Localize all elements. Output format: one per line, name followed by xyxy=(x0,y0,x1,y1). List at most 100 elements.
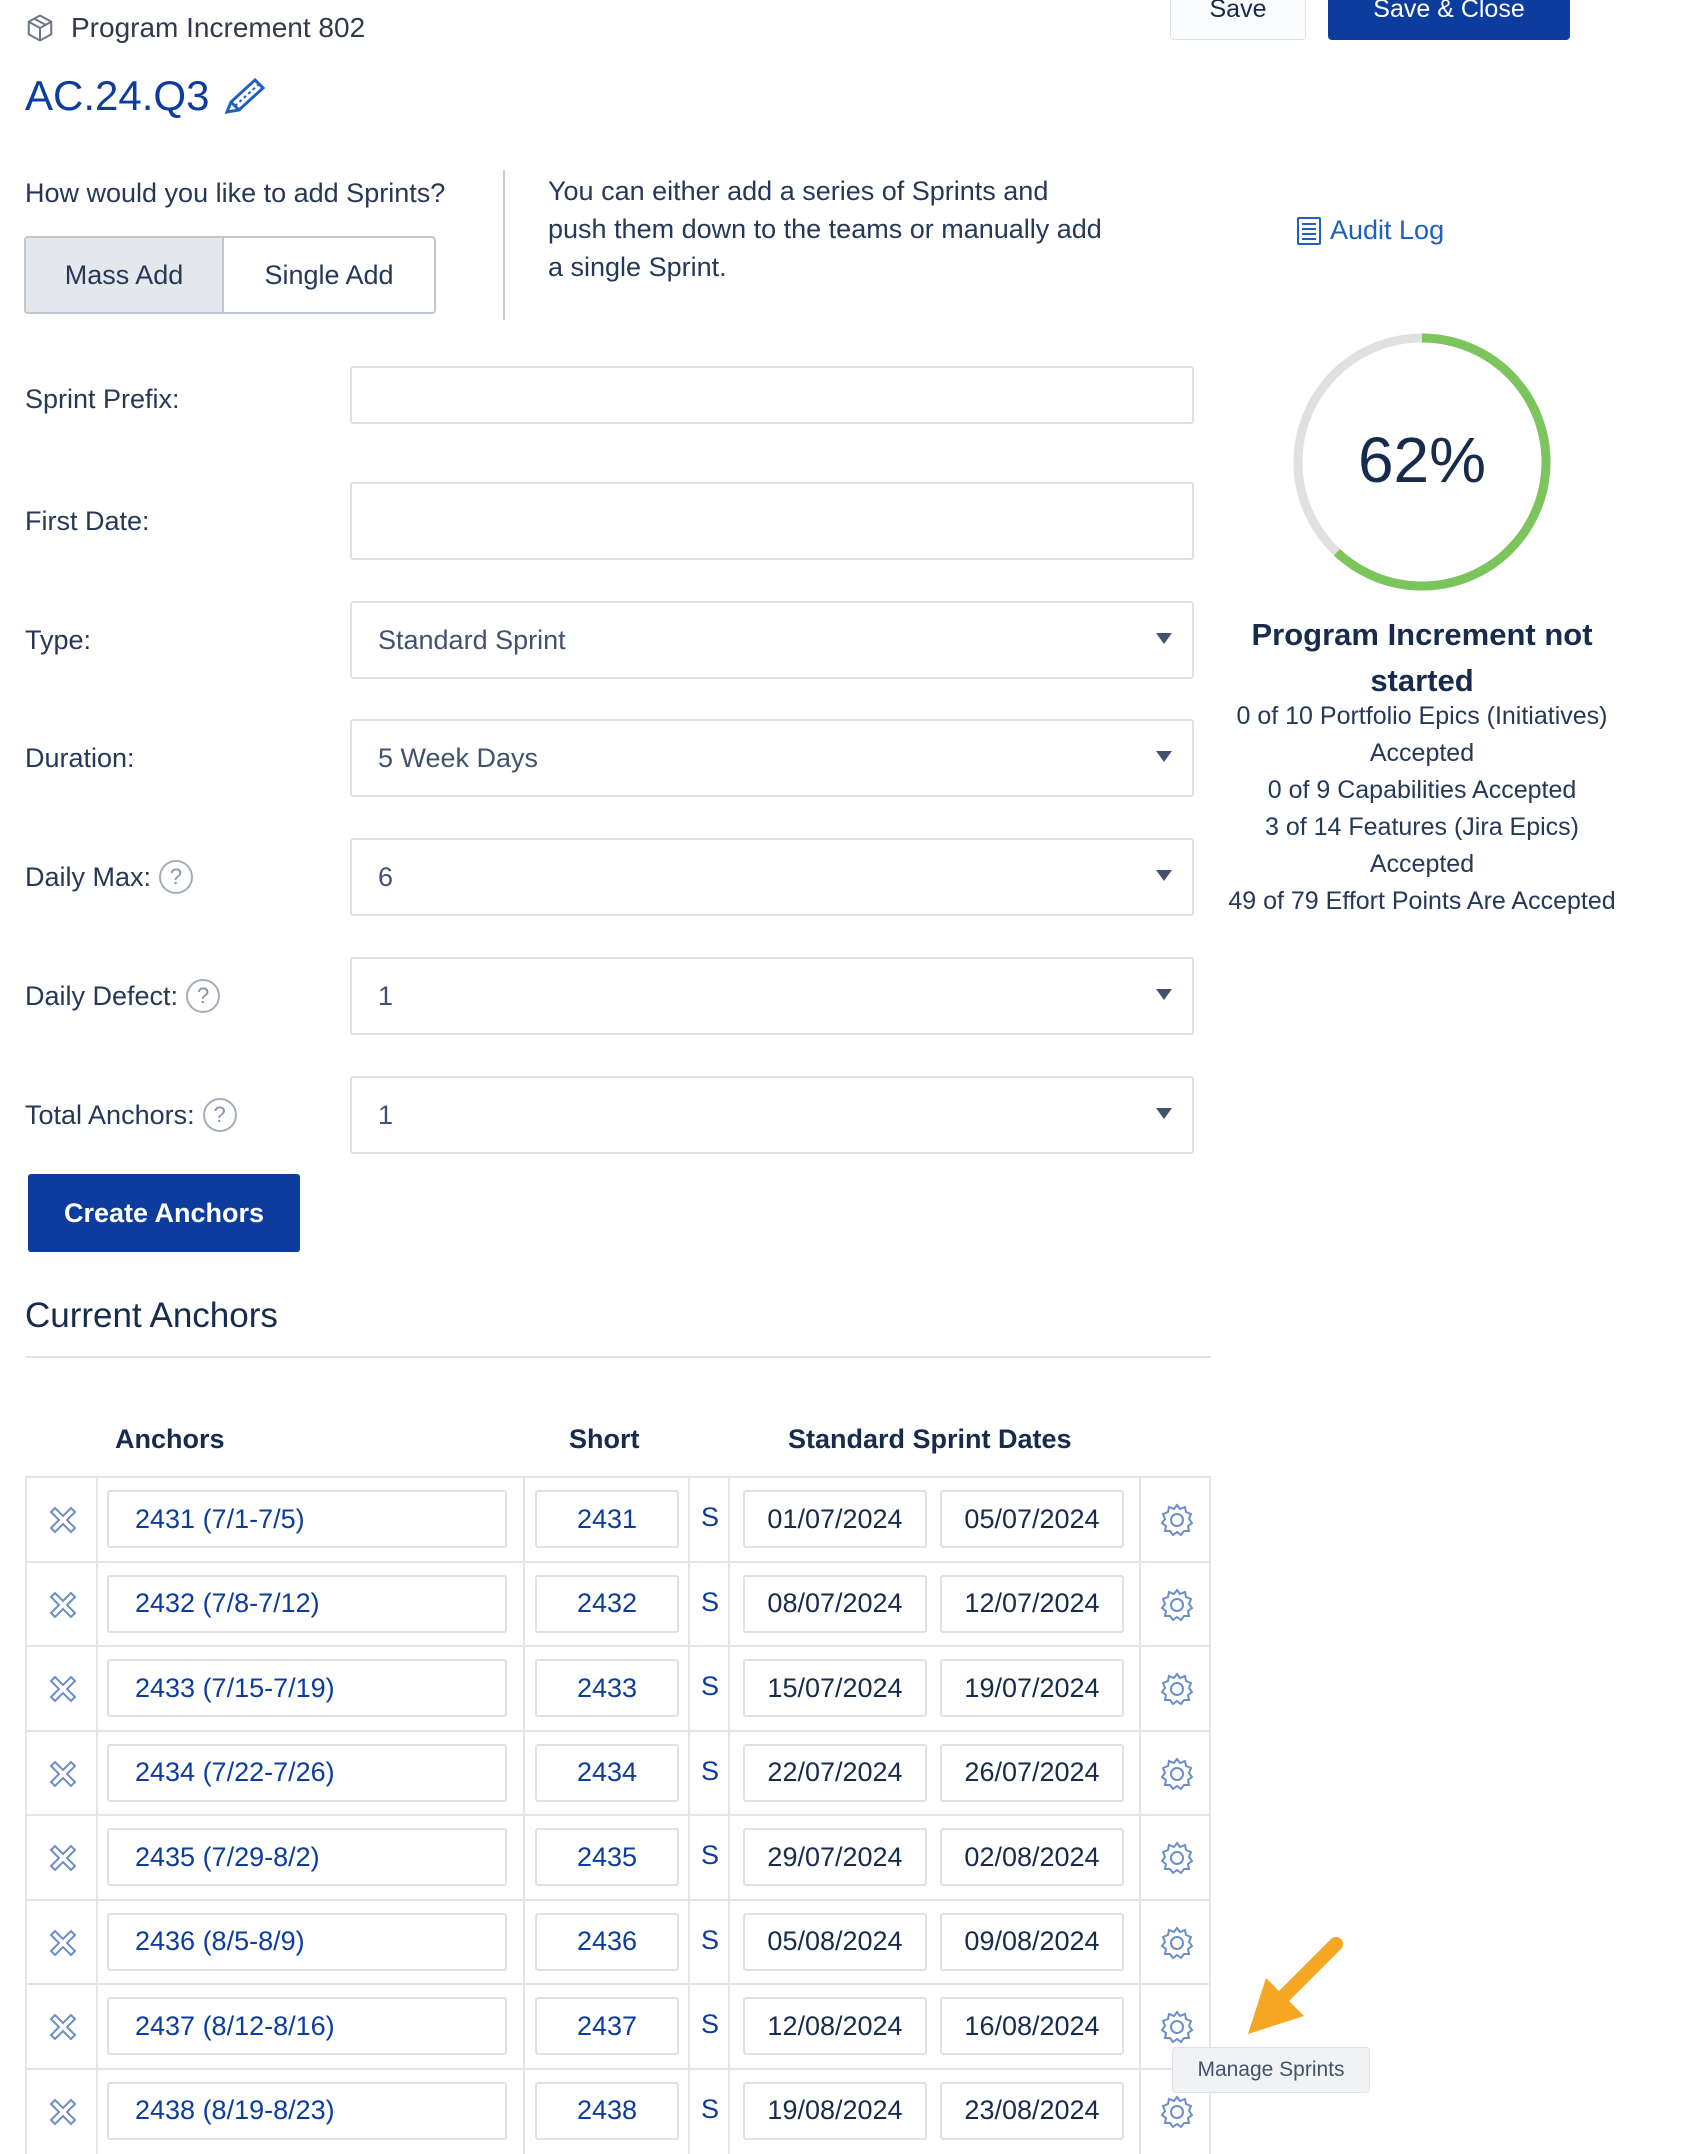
sprint-type-marker: S xyxy=(701,2009,720,2039)
end-date-input[interactable]: 05/07/2024 xyxy=(940,1490,1124,1548)
gear-icon[interactable] xyxy=(1159,1671,1195,1707)
help-icon[interactable]: ? xyxy=(202,1098,237,1132)
cell-border xyxy=(96,1816,98,1900)
anchor-name-input[interactable]: 2436 (8/5-8/9) xyxy=(107,1912,507,1971)
cell-border xyxy=(25,1731,27,1816)
start-date-input[interactable]: 08/07/2024 xyxy=(743,1574,927,1633)
create-anchors-button[interactable]: Create Anchors xyxy=(28,1174,300,1252)
audit-log-link[interactable]: Audit Log xyxy=(1296,215,1444,246)
cell-border xyxy=(96,1562,98,1647)
table-row: 2437 (8/12-8/16) 2437 S 12/08/2024 16/08/202… xyxy=(25,1983,1211,2069)
anchor-short-input[interactable]: 2432 xyxy=(535,1574,679,1633)
delete-icon[interactable] xyxy=(45,1925,81,1961)
total-anchors-select[interactable]: 1 xyxy=(350,1076,1194,1154)
column-header-dates: Standard Sprint Dates xyxy=(788,1424,1072,1454)
type-label: Type: xyxy=(25,625,91,656)
duration-select[interactable]: 5 Week Days xyxy=(350,719,1194,797)
progress-percent: 62% xyxy=(1358,424,1486,496)
end-date-input[interactable]: 23/08/2024 xyxy=(940,2081,1124,2140)
sprint-type-marker: S xyxy=(701,1924,720,1955)
save-button[interactable]: Save xyxy=(1170,0,1306,40)
gear-icon[interactable] xyxy=(1159,1502,1195,1538)
end-date-input[interactable]: 02/08/2024 xyxy=(940,1828,1124,1886)
table-row: 2436 (8/5-8/9) 2436 S 05/08/2024 09/08/2024 xyxy=(25,1898,1211,1985)
save-close-button[interactable]: Save & Close xyxy=(1328,0,1570,40)
manage-sprints-tooltip: Manage Sprints xyxy=(1172,2047,1370,2093)
cell-border xyxy=(25,1478,27,1562)
delete-icon[interactable] xyxy=(45,1671,81,1707)
anchor-name-input[interactable]: 2432 (7/8-7/12) xyxy=(107,1574,507,1633)
single-add-button[interactable]: Single Add xyxy=(224,238,434,312)
cell-border xyxy=(1139,1731,1141,1816)
anchor-short-input[interactable]: 2433 xyxy=(535,1659,679,1717)
cell-border xyxy=(1139,1478,1141,1562)
type-label-text: Type: xyxy=(25,625,92,655)
anchor-name-input[interactable]: 2433 (7/15-7/19) xyxy=(107,1659,507,1717)
add-mode-toggle: Mass Add Single Add xyxy=(24,236,436,314)
chevron-down-icon xyxy=(1156,633,1172,644)
cell-border xyxy=(688,1562,690,1647)
start-date-input[interactable]: 19/08/2024 xyxy=(743,2081,927,2140)
start-date-input[interactable]: 15/07/2024 xyxy=(743,1659,927,1717)
end-date-input[interactable]: 09/08/2024 xyxy=(940,1912,1124,1971)
anchor-name-input[interactable]: 2438 (8/19-8/23) xyxy=(107,2081,507,2140)
end-date-input[interactable]: 19/07/2024 xyxy=(940,1659,1124,1717)
gear-icon[interactable] xyxy=(1159,1587,1195,1623)
cell-border xyxy=(96,1647,98,1731)
delete-icon[interactable] xyxy=(45,1587,81,1623)
status-line: 0 of 10 Portfolio Epics (Initiatives) Ac… xyxy=(1236,702,1608,767)
anchor-name-input[interactable]: 2434 (7/22-7/26) xyxy=(107,1743,507,1802)
daily-max-select-value: 6 xyxy=(378,861,394,892)
daily-max-select[interactable]: 6 xyxy=(350,838,1194,916)
daily-defect-label: Daily Defect: ? xyxy=(25,979,221,1013)
gear-icon[interactable] xyxy=(1159,1840,1195,1876)
start-date-input[interactable]: 29/07/2024 xyxy=(743,1828,927,1886)
start-date-input[interactable]: 01/07/2024 xyxy=(743,1490,927,1548)
sprint-prefix-input[interactable] xyxy=(350,366,1194,424)
cell-border xyxy=(96,1900,98,1985)
cell-border xyxy=(1139,2069,1141,2154)
gear-icon[interactable] xyxy=(1159,1756,1195,1792)
first-date-input[interactable] xyxy=(350,482,1194,560)
start-date-input[interactable]: 05/08/2024 xyxy=(743,1912,927,1971)
gear-icon[interactable] xyxy=(1159,1925,1195,1961)
delete-icon[interactable] xyxy=(45,2094,81,2130)
help-icon[interactable]: ? xyxy=(159,860,194,894)
anchor-name-input[interactable]: 2435 (7/29-8/2) xyxy=(107,1828,507,1886)
chevron-down-icon xyxy=(1156,1108,1172,1119)
chevron-down-icon xyxy=(1156,751,1172,762)
anchor-short-input[interactable]: 2438 xyxy=(535,2081,679,2140)
delete-icon[interactable] xyxy=(45,1840,81,1876)
delete-icon[interactable] xyxy=(45,1756,81,1792)
help-icon[interactable]: ? xyxy=(186,979,221,1013)
anchor-short-input[interactable]: 2431 xyxy=(535,1490,679,1548)
cell-border xyxy=(688,1731,690,1816)
daily-defect-select[interactable]: 1 xyxy=(350,957,1194,1035)
end-date-input[interactable]: 26/07/2024 xyxy=(940,1743,1124,1802)
anchor-short-input[interactable]: 2435 xyxy=(535,1828,679,1886)
end-date-input[interactable]: 12/07/2024 xyxy=(940,1574,1124,1633)
anchor-short-input[interactable]: 2437 xyxy=(535,1997,679,2055)
delete-icon[interactable] xyxy=(45,2009,81,2045)
first-date-label: First Date: xyxy=(25,506,150,537)
cell-border xyxy=(523,1647,525,1731)
gear-icon[interactable] xyxy=(1159,2009,1195,2045)
sprint-type-marker: S xyxy=(701,1586,720,1617)
gear-icon[interactable] xyxy=(1159,2094,1195,2130)
anchor-name-input[interactable]: 2431 (7/1-7/5) xyxy=(107,1490,507,1548)
end-date-input[interactable]: 16/08/2024 xyxy=(940,1997,1124,2055)
pointer-arrow-icon xyxy=(1248,1937,1343,2034)
start-date-input[interactable]: 22/07/2024 xyxy=(743,1743,927,1802)
anchor-short-input[interactable]: 2436 xyxy=(535,1912,679,1971)
cell-border xyxy=(96,1985,98,2069)
pencil-icon[interactable] xyxy=(221,76,269,116)
start-date-input[interactable]: 12/08/2024 xyxy=(743,1997,927,2055)
daily-max-label-text: Daily Max: xyxy=(25,861,152,892)
cell-border xyxy=(728,1478,730,1562)
delete-icon[interactable] xyxy=(45,1502,81,1538)
table-row: 2431 (7/1-7/5) 2431 S 01/07/2024 05/07/2024 xyxy=(25,1476,1211,1562)
anchor-name-input[interactable]: 2437 (8/12-8/16) xyxy=(107,1997,507,2055)
anchor-short-input[interactable]: 2434 xyxy=(535,1743,679,1802)
mass-add-button[interactable]: Mass Add xyxy=(26,238,224,312)
type-select[interactable]: Standard Sprint xyxy=(350,601,1194,679)
